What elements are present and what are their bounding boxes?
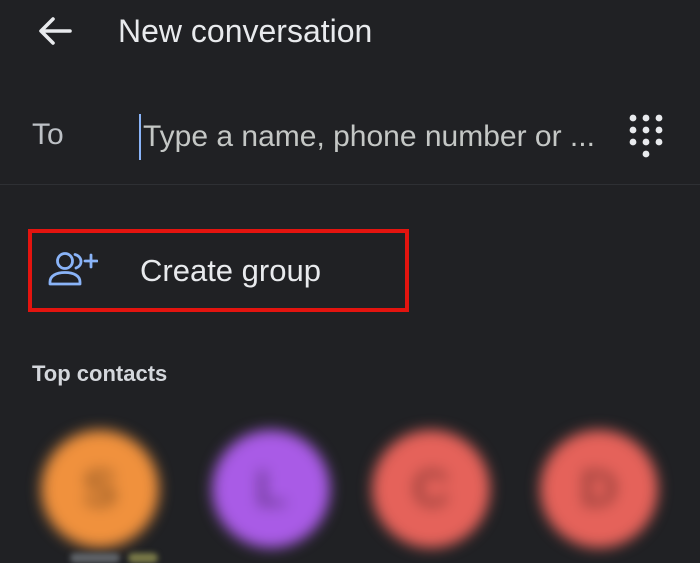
dialpad-button[interactable] bbox=[624, 110, 668, 166]
contact-initial: S bbox=[82, 460, 118, 518]
arrow-back-icon bbox=[39, 17, 72, 45]
group-add-icon bbox=[48, 252, 98, 286]
page-title: New conversation bbox=[118, 13, 373, 49]
contact-avatar[interactable]: S bbox=[41, 430, 159, 548]
contact-initial: C bbox=[412, 460, 450, 518]
back-button[interactable] bbox=[34, 10, 76, 52]
recipient-input[interactable] bbox=[139, 114, 599, 160]
create-group-button[interactable]: Create group bbox=[28, 229, 409, 312]
contact-initial: L bbox=[255, 460, 287, 518]
dialpad-icon bbox=[629, 114, 663, 158]
contact-name-placeholder bbox=[128, 553, 158, 563]
to-label: To bbox=[32, 118, 64, 151]
contact-avatar[interactable]: D bbox=[540, 430, 658, 548]
contact-name-placeholder bbox=[70, 553, 120, 563]
contact-avatar[interactable]: C bbox=[372, 430, 490, 548]
contact-avatar[interactable]: L bbox=[212, 430, 330, 548]
contact-initial: D bbox=[580, 460, 618, 518]
recipient-row: To bbox=[0, 96, 700, 185]
top-contacts-heading: Top contacts bbox=[32, 361, 168, 386]
app-bar: New conversation bbox=[0, 0, 700, 62]
create-group-label: Create group bbox=[140, 253, 321, 288]
